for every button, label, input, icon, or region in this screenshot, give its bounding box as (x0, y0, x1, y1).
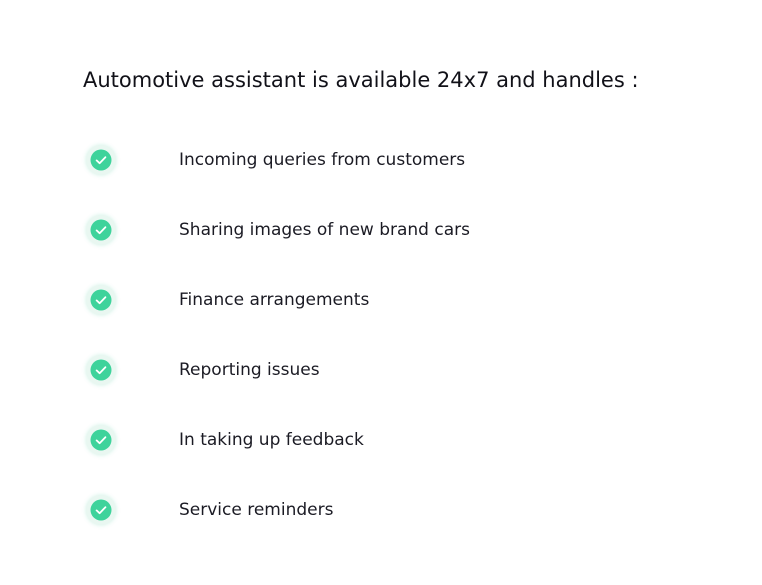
feature-label: Incoming queries from customers (179, 150, 466, 170)
feature-item: Service reminders (0, 490, 762, 530)
check-circle-icon (86, 425, 116, 455)
feature-item: In taking up feedback (0, 420, 762, 460)
feature-item: Sharing images of new brand cars (0, 210, 762, 250)
feature-label: Sharing images of new brand cars (179, 220, 470, 240)
feature-label: In taking up feedback (179, 430, 364, 450)
feature-label: Finance arrangements (179, 290, 370, 310)
feature-item: Reporting issues (0, 350, 762, 390)
check-circle-icon (86, 145, 116, 175)
feature-item: Finance arrangements (0, 280, 762, 320)
check-circle-icon (86, 215, 116, 245)
check-circle-icon (86, 495, 116, 525)
feature-list: Incoming queries from customers Sharing … (0, 0, 762, 585)
check-circle-icon (86, 285, 116, 315)
feature-label: Service reminders (179, 500, 334, 520)
feature-label: Reporting issues (179, 360, 320, 380)
feature-item: Incoming queries from customers (0, 140, 762, 180)
check-circle-icon (86, 355, 116, 385)
